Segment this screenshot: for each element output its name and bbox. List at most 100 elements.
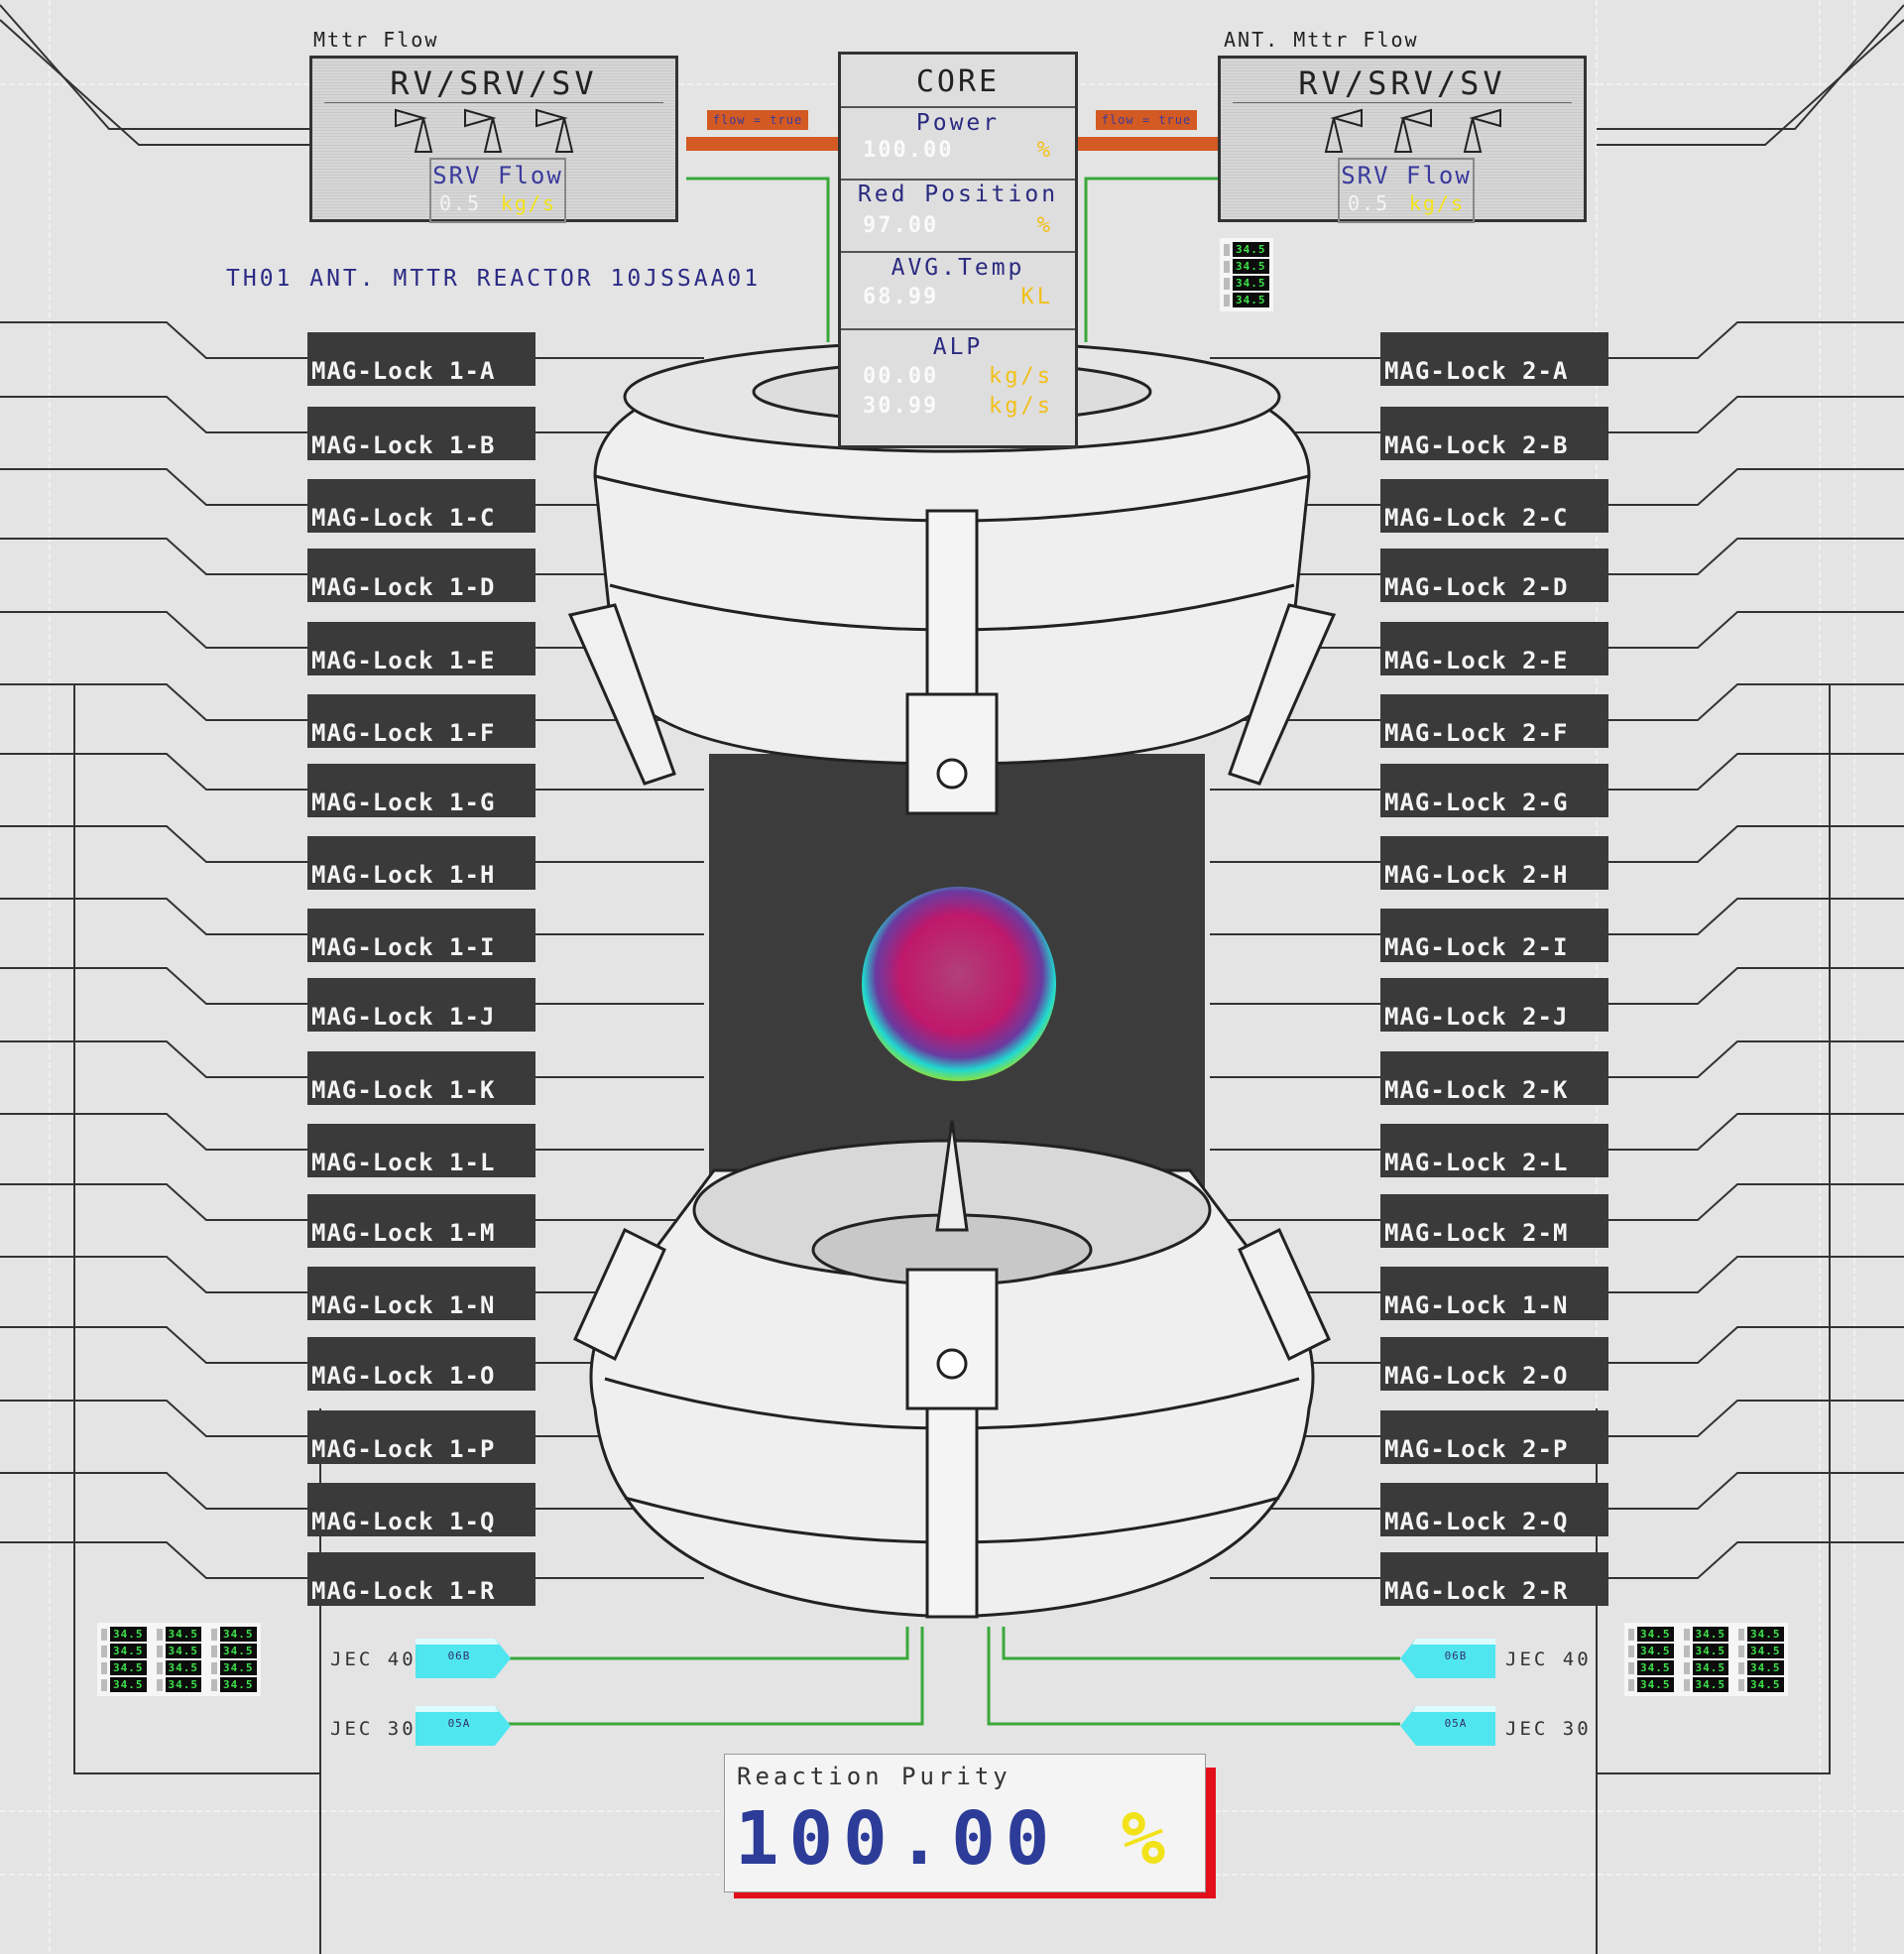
mag-lock-left-3[interactable]: MAG-Lock 1-D <box>307 549 536 602</box>
alp-value-2: 30.99 <box>863 394 939 419</box>
jec-40-tag-text: 06B <box>1444 1649 1468 1662</box>
wire-left-4 <box>0 611 307 649</box>
mag-lock-right-7[interactable]: MAG-Lock 2-H <box>1380 836 1608 890</box>
mag-lock-left-7[interactable]: MAG-Lock 1-H <box>307 836 536 890</box>
lcd-readout-grid-right: 34.5 34.5 34.5 34.5 34.5 34.5 34.5 34.5 34.5 34.5… <box>1624 1623 1788 1696</box>
lcd-value: 34.5 <box>165 1644 201 1658</box>
indicator-icon <box>211 1678 217 1691</box>
lcd-readout: 34.5 <box>211 1627 257 1642</box>
lcd-readout: 34.5 <box>1683 1677 1728 1692</box>
mag-lock-left-6[interactable]: MAG-Lock 1-G <box>307 764 536 817</box>
mag-lock-right-8[interactable]: MAG-Lock 2-I <box>1380 909 1608 962</box>
wire-left-9 <box>0 967 307 1005</box>
srv-flow-title: SRV Flow <box>432 162 563 189</box>
mag-lock-right-6[interactable]: MAG-Lock 2-G <box>1380 764 1608 817</box>
lcd-value: 34.5 <box>1692 1660 1728 1675</box>
lcd-value: 34.5 <box>165 1627 201 1642</box>
mag-lock-left-12[interactable]: MAG-Lock 1-M <box>307 1194 536 1248</box>
lcd-readout: 34.5 <box>156 1660 201 1675</box>
indicator-icon <box>1224 260 1230 273</box>
lcd-value: 34.5 <box>1692 1627 1728 1642</box>
mag-lock-left-17[interactable]: MAG-Lock 1-R <box>307 1552 536 1606</box>
lcd-readout: 34.5 <box>211 1644 257 1658</box>
lcd-readout: 34.5 <box>211 1677 257 1692</box>
mag-lock-right-3[interactable]: MAG-Lock 2-D <box>1380 549 1608 602</box>
mag-lock-right-1[interactable]: MAG-Lock 2-B <box>1380 407 1608 460</box>
core-status-panel[interactable]: CORE Power 100.00 % Red Position 97.00 %… <box>838 52 1078 448</box>
lcd-readout: 34.5 <box>1683 1660 1728 1675</box>
alp-unit-1: kg/s <box>989 364 1053 389</box>
lcd-readout: 34.5 <box>1738 1660 1784 1675</box>
mag-lock-left-1[interactable]: MAG-Lock 1-B <box>307 407 536 460</box>
lcd-value: 34.5 <box>1747 1660 1784 1675</box>
indicator-icon <box>156 1661 163 1674</box>
lcd-value: 34.5 <box>1233 293 1269 307</box>
wire-right-11 <box>1608 1113 1904 1151</box>
srv-flow-box: SRV Flow 0.5 kg/s <box>1338 158 1475 223</box>
mag-lock-right-9[interactable]: MAG-Lock 2-J <box>1380 978 1608 1032</box>
lcd-readout: 34.5 <box>1628 1677 1674 1692</box>
valve-icon <box>1463 108 1501 153</box>
mag-lock-left-4[interactable]: MAG-Lock 1-E <box>307 622 536 675</box>
lcd-value: 34.5 <box>220 1677 257 1692</box>
mag-lock-right-5[interactable]: MAG-Lock 2-F <box>1380 694 1608 748</box>
valve-icon <box>395 108 433 153</box>
valve-icon <box>536 108 574 153</box>
jec-40-label-left: JEC 40 <box>330 1649 416 1670</box>
mag-lock-left-2[interactable]: MAG-Lock 1-C <box>307 479 536 533</box>
lcd-readout: 34.5 <box>1224 276 1269 291</box>
indicator-icon <box>156 1645 163 1657</box>
wire-left-12 <box>0 1183 307 1221</box>
lcd-value: 34.5 <box>1637 1627 1674 1642</box>
mag-lock-right-12[interactable]: MAG-Lock 2-M <box>1380 1194 1608 1248</box>
mag-lock-left-8[interactable]: MAG-Lock 1-I <box>307 909 536 962</box>
wire-left-14 <box>0 1326 307 1364</box>
lcd-value: 34.5 <box>165 1660 201 1675</box>
right-rv-srv-sv-panel[interactable]: RV/SRV/SV SRV Flow 0.5 kg/s <box>1218 56 1587 223</box>
lcd-readout: 34.5 <box>156 1644 201 1658</box>
mag-lock-left-16[interactable]: MAG-Lock 1-Q <box>307 1483 536 1536</box>
mag-lock-right-16[interactable]: MAG-Lock 2-Q <box>1380 1483 1608 1536</box>
lcd-readout: 34.5 <box>156 1627 201 1642</box>
wire-right-5 <box>1608 683 1904 721</box>
mag-lock-right-14[interactable]: MAG-Lock 2-O <box>1380 1337 1608 1391</box>
mag-lock-left-10[interactable]: MAG-Lock 1-K <box>307 1051 536 1105</box>
lcd-value: 34.5 <box>1233 259 1269 274</box>
mag-lock-right-10[interactable]: MAG-Lock 2-K <box>1380 1051 1608 1105</box>
mag-lock-right-0[interactable]: MAG-Lock 2-A <box>1380 332 1608 386</box>
red-position-unit: % <box>1036 213 1053 238</box>
mag-lock-right-11[interactable]: MAG-Lock 2-L <box>1380 1124 1608 1177</box>
mag-lock-right-2[interactable]: MAG-Lock 2-C <box>1380 479 1608 533</box>
wire-right-4 <box>1608 611 1904 649</box>
valve-icon <box>1393 108 1432 153</box>
mag-lock-right-15[interactable]: MAG-Lock 2-P <box>1380 1410 1608 1464</box>
mag-lock-left-13[interactable]: MAG-Lock 1-N <box>307 1267 536 1320</box>
indicator-icon <box>1628 1661 1634 1674</box>
mag-lock-left-11[interactable]: MAG-Lock 1-L <box>307 1124 536 1177</box>
mag-lock-left-5[interactable]: MAG-Lock 1-F <box>307 694 536 748</box>
mag-lock-right-13[interactable]: MAG-Lock 1-N <box>1380 1267 1608 1320</box>
mag-lock-right-17[interactable]: MAG-Lock 2-R <box>1380 1552 1608 1606</box>
wire-right-3 <box>1608 538 1904 575</box>
left-rv-srv-sv-panel[interactable]: RV/SRV/SV SRV Flow 0.5 kg/s <box>309 56 678 223</box>
wire-right-8 <box>1608 898 1904 935</box>
wire-left-0 <box>0 321 307 359</box>
jec-30-label-right: JEC 30 <box>1505 1718 1592 1740</box>
indicator-icon <box>1683 1628 1690 1641</box>
red-position-label: Red Position <box>857 182 1059 207</box>
reaction-purity-unit: % <box>1121 1796 1165 1882</box>
lcd-readout: 34.5 <box>1224 259 1269 274</box>
lcd-readout: 34.5 <box>1738 1644 1784 1658</box>
lcd-value: 34.5 <box>110 1644 147 1658</box>
mag-lock-left-15[interactable]: MAG-Lock 1-P <box>307 1410 536 1464</box>
jec-40-label-right: JEC 40 <box>1505 1649 1592 1670</box>
mag-lock-left-14[interactable]: MAG-Lock 1-O <box>307 1337 536 1391</box>
mag-lock-right-4[interactable]: MAG-Lock 2-E <box>1380 622 1608 675</box>
valve-icon <box>1324 108 1363 153</box>
divider <box>324 102 663 103</box>
mag-lock-left-0[interactable]: MAG-Lock 1-A <box>307 332 536 386</box>
lcd-readout: 34.5 <box>1683 1627 1728 1642</box>
mag-lock-left-9[interactable]: MAG-Lock 1-J <box>307 978 536 1032</box>
avg-temp-value: 68.99 <box>863 285 939 309</box>
lcd-readout: 34.5 <box>211 1660 257 1675</box>
